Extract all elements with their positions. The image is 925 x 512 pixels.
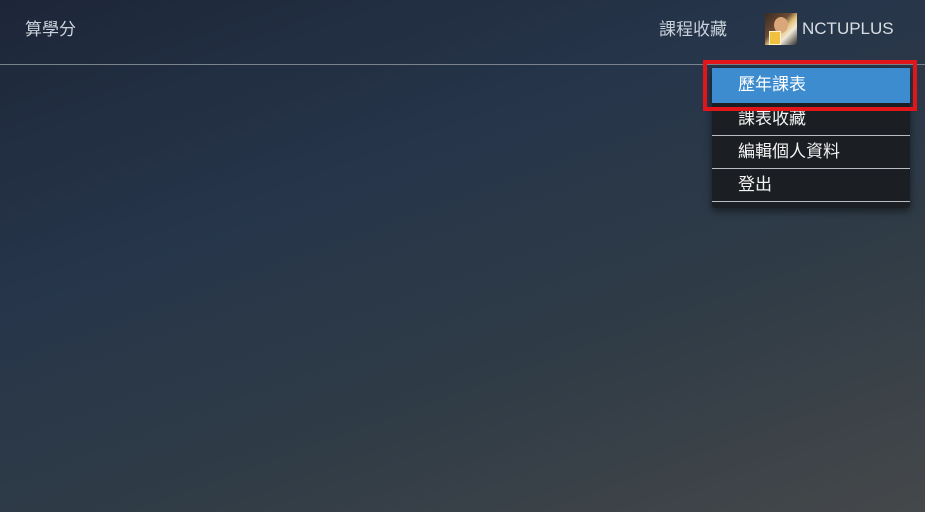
- menu-item-schedule-favorites[interactable]: 課表收藏: [712, 103, 910, 136]
- user-name: NCTUPLUS: [802, 19, 894, 38]
- user-dropdown-menu: 歷年課表 課表收藏 編輯個人資料 登出: [712, 68, 910, 208]
- avatar-cup: [769, 31, 781, 45]
- user-menu-toggle[interactable]: NCTUPLUS: [765, 13, 894, 45]
- menu-item-logout[interactable]: 登出: [712, 169, 910, 202]
- menu-item-edit-profile[interactable]: 編輯個人資料: [712, 136, 910, 169]
- top-navbar: 算學分 課程收藏 NCTUPLUS: [0, 0, 925, 65]
- menu-item-past-schedules[interactable]: 歷年課表: [712, 68, 910, 103]
- course-favorites-link[interactable]: 課程收藏: [659, 15, 727, 40]
- brand-link[interactable]: 算學分: [25, 15, 76, 40]
- avatar: [765, 13, 797, 45]
